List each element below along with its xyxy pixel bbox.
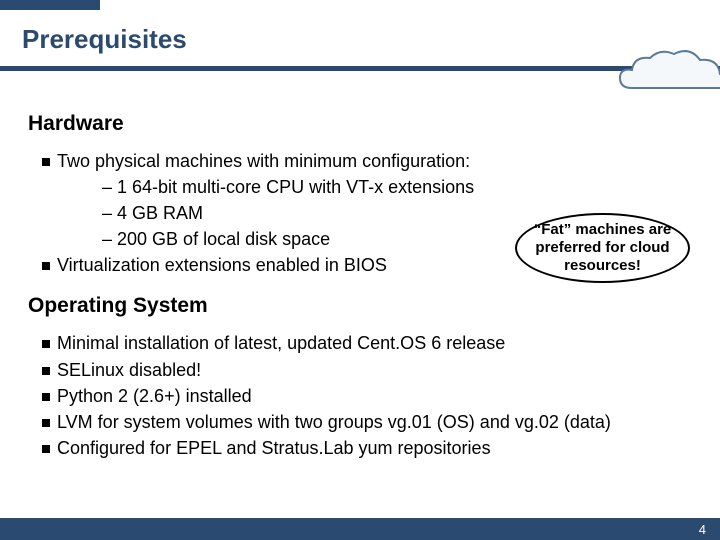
hardware-intro-text: Two physical machines with minimum confi… (57, 151, 470, 171)
bullet-square-icon (42, 340, 50, 348)
bullet-square-icon (42, 367, 50, 375)
callout-bubble: “Fat” machines are preferred for cloud r… (515, 213, 690, 283)
os-selinux-text: SELinux disabled! (57, 360, 201, 380)
os-item-repos: Configured for EPEL and Stratus.Lab yum … (42, 435, 698, 461)
content-area: Hardware Two physical machines with mini… (28, 108, 698, 461)
bullet-square-icon (42, 419, 50, 427)
os-install-text: Minimal installation of latest, updated … (57, 333, 505, 353)
os-item-install: Minimal installation of latest, updated … (42, 330, 698, 356)
os-list: Minimal installation of latest, updated … (28, 330, 698, 460)
bullet-square-icon (42, 158, 50, 166)
top-accent-bar (0, 0, 100, 10)
hardware-heading: Hardware (28, 112, 698, 136)
os-item-python: Python 2 (2.6+) installed (42, 383, 698, 409)
os-item-selinux: SELinux disabled! (42, 357, 698, 383)
os-lvm-text: LVM for system volumes with two groups v… (57, 412, 611, 432)
os-python-text: Python 2 (2.6+) installed (57, 386, 252, 406)
page-number: 4 (699, 522, 706, 537)
footer-bar: 4 (0, 518, 720, 540)
cloud-icon (612, 48, 720, 98)
bullet-square-icon (42, 262, 50, 270)
slide-title: Prerequisites (22, 24, 187, 55)
os-repos-text: Configured for EPEL and Stratus.Lab yum … (57, 438, 491, 458)
hardware-bios-text: Virtualization extensions enabled in BIO… (57, 255, 387, 275)
bullet-square-icon (42, 445, 50, 453)
spec-cpu: 1 64-bit multi-core CPU with VT-x extens… (102, 174, 698, 200)
os-item-lvm: LVM for system volumes with two groups v… (42, 409, 698, 435)
slide: Prerequisites Hardware Two physical mach… (0, 0, 720, 540)
os-heading: Operating System (28, 294, 698, 318)
bullet-square-icon (42, 393, 50, 401)
os-block: Operating System Minimal installation of… (28, 294, 698, 460)
callout-text: “Fat” machines are preferred for cloud r… (527, 221, 678, 275)
